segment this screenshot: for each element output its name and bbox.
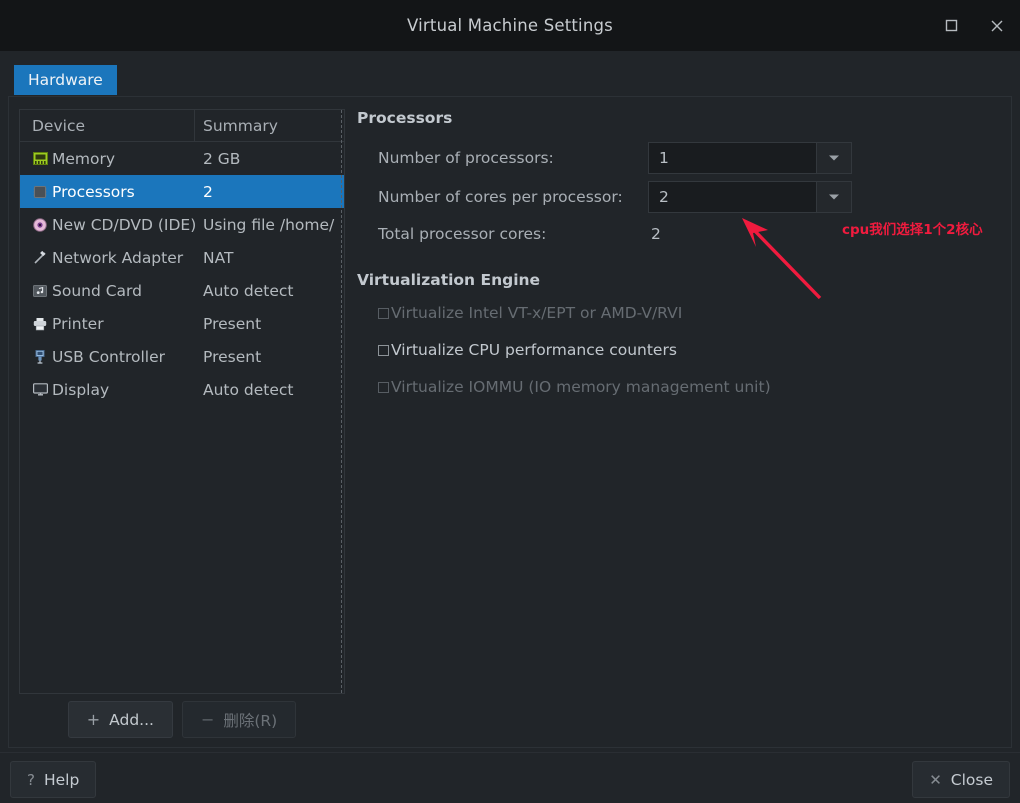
close-x-icon: ✕ [929,770,942,789]
add-device-button[interactable]: + Add... [67,701,173,738]
device-name-cell: New CD/DVD (IDE) [20,215,197,234]
usb-controller-icon [32,349,48,365]
checkbox-icon [378,307,389,319]
maximize-icon [945,19,958,32]
device-summary-cell: Using file /home/ [203,215,335,234]
processor-chip-icon [32,184,48,200]
tab-strip: Hardware [0,51,1020,96]
device-name-label: Processors [52,182,135,201]
maximize-button[interactable] [928,0,974,51]
device-summary-cell: Present [203,347,262,366]
chevron-down-icon[interactable] [816,143,851,173]
remove-device-label: 删除(R) [223,711,278,730]
device-list-row-usb-controller[interactable]: USB Controller Present [20,340,344,373]
dialog-footer: ? Help ✕ Close [0,752,1020,803]
device-list-row-memory[interactable]: Memory 2 GB [20,142,344,175]
window-title: Virtual Machine Settings [407,16,613,35]
close-button[interactable] [974,0,1020,51]
device-summary-cell: Auto detect [203,380,294,399]
device-name-cell: Processors [20,183,195,201]
device-list[interactable]: Device Summary Memory 2 GB Processors 2 New … [19,109,345,694]
title-bar: Virtual Machine Settings [0,0,1020,51]
device-summary-cell: 2 GB [203,149,241,168]
device-name-cell: Sound Card [20,282,195,300]
device-name-cell: Network Adapter [20,249,195,267]
device-name-label: Network Adapter [52,248,184,267]
list-splitter-handle[interactable] [341,110,342,693]
device-name-label: New CD/DVD (IDE) [52,215,197,234]
red-arrow-annotation [742,218,822,300]
device-name-cell: Display [20,381,195,399]
checkbox-virtualize-iommu[interactable]: Virtualize IOMMU (IO memory management u… [378,378,771,396]
device-name-label: Display [52,380,110,399]
device-list-row-network-adapter[interactable]: Network Adapter NAT [20,241,344,274]
checkbox-icon [378,381,389,393]
help-button-label: Help [43,770,80,789]
question-mark-icon: ? [27,770,35,789]
memory-chip-icon [32,151,48,167]
number-of-processors-value: 1 [659,149,669,167]
checkbox-virtualize-cpu-perf-counters-label: Virtualize CPU performance counters [391,341,677,359]
cores-per-processor-label: Number of cores per processor: [378,188,623,206]
settings-panel: Processors Number of processors: 1 Numbe… [357,109,997,396]
column-header-summary[interactable]: Summary [195,110,344,141]
field-total-processor-cores: Total processor cores: [378,219,546,249]
device-list-body: Memory 2 GB Processors 2 New CD/DVD (IDE) Usi… [20,142,344,406]
checkbox-virtualize-vtx-ept[interactable]: Virtualize Intel VT-x/EPT or AMD-V/RVI [378,304,682,322]
device-name-label: Printer [52,314,104,333]
device-summary-cell: Auto detect [203,281,294,300]
virtualization-section-title: Virtualization Engine [357,271,541,289]
total-processor-cores-label: Total processor cores: [378,225,547,243]
processors-section-title: Processors [357,109,453,127]
remove-device-button[interactable]: − 删除(R) [181,701,297,738]
display-monitor-icon [32,382,48,398]
device-list-row-display[interactable]: Display Auto detect [20,373,344,406]
annotation-text: cpu我们选择1个2核心 [842,222,983,238]
device-list-header: Device Summary [20,110,344,142]
field-cores-per-processor: Number of cores per processor: [378,182,623,212]
checkbox-virtualize-iommu-label: Virtualize IOMMU (IO memory management u… [391,378,771,396]
cd-dvd-disc-icon [32,217,48,233]
device-list-row-new-cd-dvd-ide[interactable]: New CD/DVD (IDE) Using file /home/ [20,208,344,241]
close-icon [990,19,1004,33]
device-name-label: USB Controller [52,347,165,366]
device-summary-cell: 2 [203,182,213,201]
sound-card-icon [32,283,48,299]
tab-hardware[interactable]: Hardware [14,65,117,95]
field-number-of-processors: Number of processors: [378,143,554,173]
plus-icon: + [86,710,101,729]
device-name-cell: USB Controller [20,348,195,366]
cores-per-processor-value: 2 [659,188,669,206]
device-list-buttons: + Add... − 删除(R) [19,701,345,738]
checkbox-icon [378,344,389,356]
minus-icon: − [200,710,215,729]
number-of-processors-label: Number of processors: [378,149,554,167]
close-dialog-button[interactable]: ✕ Close [912,761,1010,798]
device-summary-cell: NAT [203,248,234,267]
close-dialog-label: Close [950,770,993,789]
device-name-label: Sound Card [52,281,142,300]
number-of-processors-dropdown[interactable]: 1 [648,142,852,174]
device-list-row-sound-card[interactable]: Sound Card Auto detect [20,274,344,307]
total-processor-cores-value: 2 [651,225,661,243]
virtual-machine-settings-dialog: Virtual Machine Settings Hardware Device… [0,0,1020,803]
printer-icon [32,316,48,332]
device-name-cell: Memory [20,150,195,168]
checkbox-virtualize-vtx-ept-label: Virtualize Intel VT-x/EPT or AMD-V/RVI [391,304,683,322]
device-name-cell: Printer [20,315,195,333]
device-summary-cell: Present [203,314,262,333]
device-list-row-processors[interactable]: Processors 2 [20,175,344,208]
total-processor-cores-value-wrap: 2 [651,219,661,249]
device-name-label: Memory [52,149,116,168]
add-device-label: Add... [109,710,154,729]
window-controls [928,0,1020,51]
help-button[interactable]: ? Help [10,761,97,798]
device-list-row-printer[interactable]: Printer Present [20,307,344,340]
checkbox-virtualize-cpu-perf-counters[interactable]: Virtualize CPU performance counters [378,341,677,359]
tab-hardware-label: Hardware [28,71,103,89]
column-header-device[interactable]: Device [20,110,195,141]
network-adapter-icon [32,250,48,266]
